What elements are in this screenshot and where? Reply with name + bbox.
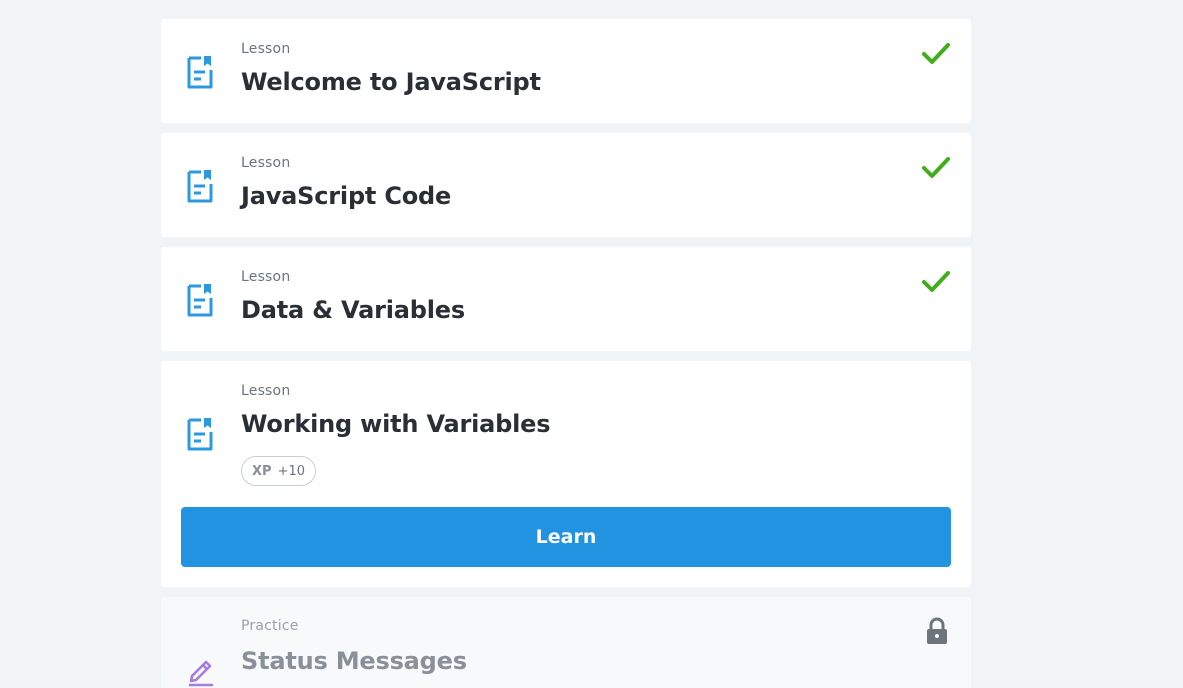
course-item-status-messages[interactable]: Practice Status Messages — [161, 597, 971, 688]
item-type-label: Lesson — [241, 383, 291, 399]
item-type-label: Lesson — [241, 269, 291, 285]
item-title: Data & Variables — [241, 296, 465, 324]
item-title: Welcome to JavaScript — [241, 68, 541, 96]
course-item-working-with-variables[interactable]: Lesson Working with Variables XP +10 Lea… — [161, 361, 971, 587]
checkmark-icon — [922, 157, 950, 178]
item-title: Status Messages — [241, 647, 467, 675]
course-item-list: Lesson Welcome to JavaScript Lesson Java… — [161, 19, 971, 688]
lock-icon — [927, 617, 947, 644]
checkmark-icon — [922, 271, 950, 292]
course-item-welcome-to-javascript[interactable]: Lesson Welcome to JavaScript — [161, 19, 971, 123]
xp-value: +10 — [277, 463, 305, 479]
xp-label: XP — [252, 463, 272, 479]
lesson-document-icon — [187, 170, 213, 203]
item-title: Working with Variables — [241, 410, 551, 438]
lesson-document-icon — [187, 284, 213, 317]
xp-badge: XP +10 — [241, 456, 316, 486]
item-type-label: Practice — [241, 618, 299, 634]
checkmark-icon — [922, 43, 950, 64]
course-item-data-and-variables[interactable]: Lesson Data & Variables — [161, 247, 971, 351]
practice-pencil-icon — [188, 660, 214, 687]
item-type-label: Lesson — [241, 155, 291, 171]
item-title: JavaScript Code — [241, 182, 452, 210]
lesson-document-icon — [187, 418, 213, 451]
learn-button[interactable]: Learn — [181, 507, 951, 567]
item-type-label: Lesson — [241, 41, 291, 57]
lesson-document-icon — [187, 56, 213, 89]
course-item-javascript-code[interactable]: Lesson JavaScript Code — [161, 133, 971, 237]
